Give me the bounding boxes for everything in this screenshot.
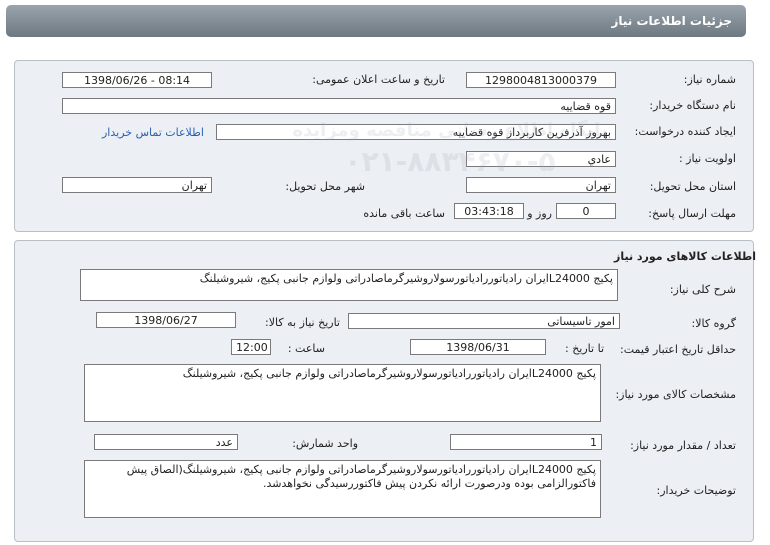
buyer-org-field[interactable]: قوه قضاییه [62,98,616,114]
creator-field[interactable]: بهروز آذرفرین کاربرداز قوه قضاییه [216,124,616,140]
city-label: شهر محل تحویل: [285,180,365,193]
specs-field[interactable]: پکیج L24000ایران رادیاتوررادیاتورسولاروش… [84,364,601,422]
priority-label: اولویت نیاز : [678,152,736,165]
need-date-field[interactable]: 1398/06/27 [96,312,236,328]
city-field[interactable]: تهران [62,177,212,193]
days-word: روز و [527,207,552,220]
buyer-notes-label: توضیحات خریدار: [656,484,737,497]
announce-label: تاریخ و ساعت اعلان عمومی: [312,73,445,86]
deadline-time-field[interactable]: 03:43:18 [454,203,524,219]
need-number-label: شماره نیاز: [683,73,736,86]
need-date-label: تاریخ نیاز به کالا: [265,316,340,329]
validity-label: حداقل تاریخ اعتبار قیمت: [620,343,736,356]
summary-label: شرح کلی نیاز: [669,283,736,296]
until-date-field[interactable]: 1398/06/31 [410,339,546,355]
announce-datetime-field[interactable]: 1398/06/26 - 08:14 [62,72,212,88]
priority-field[interactable]: عادي [466,151,616,167]
province-field[interactable]: تهران [466,177,616,193]
need-number-field[interactable]: 1298004813000379 [466,72,616,88]
buyer-org-label: نام دستگاه خریدار: [649,99,736,112]
qty-label: تعداد / مقدار مورد نیاز: [630,439,736,452]
creator-label: ایجاد کننده درخواست: [634,125,736,138]
group-label: گروه کالا: [691,317,736,330]
unit-field[interactable]: عدد [94,434,238,450]
buyer-contact-link[interactable]: اطلاعات تماس خریدار [102,126,204,139]
buyer-notes-field[interactable]: پکیج L24000ایران رادیاتوررادیاتورسولاروش… [84,460,601,518]
qty-field[interactable]: 1 [450,434,602,450]
summary-field[interactable]: پکیج L24000ایران رادیاتوررادیاتورسولاروش… [80,269,618,301]
page-title: جزئیات اطلاعات نیاز [611,14,732,28]
group-field[interactable]: امور تاسیساتی [348,313,620,329]
goods-section-title: اطلاعات کالاهای مورد نیاز [614,250,756,263]
unit-label: واحد شمارش: [292,437,358,450]
until-date-label: تا تاریخ : [565,342,604,355]
page-header: جزئیات اطلاعات نیاز [6,5,746,37]
remaining-word: ساعت باقی مانده [363,207,445,220]
time-field[interactable]: 12:00 [231,339,271,355]
province-label: استان محل تحویل: [649,180,736,193]
deadline-label: مهلت ارسال پاسخ: [648,207,736,220]
time-label: ساعت : [287,342,325,355]
specs-label: مشخصات کالای مورد نیاز: [615,388,736,401]
deadline-days-field[interactable]: 0 [556,203,616,219]
